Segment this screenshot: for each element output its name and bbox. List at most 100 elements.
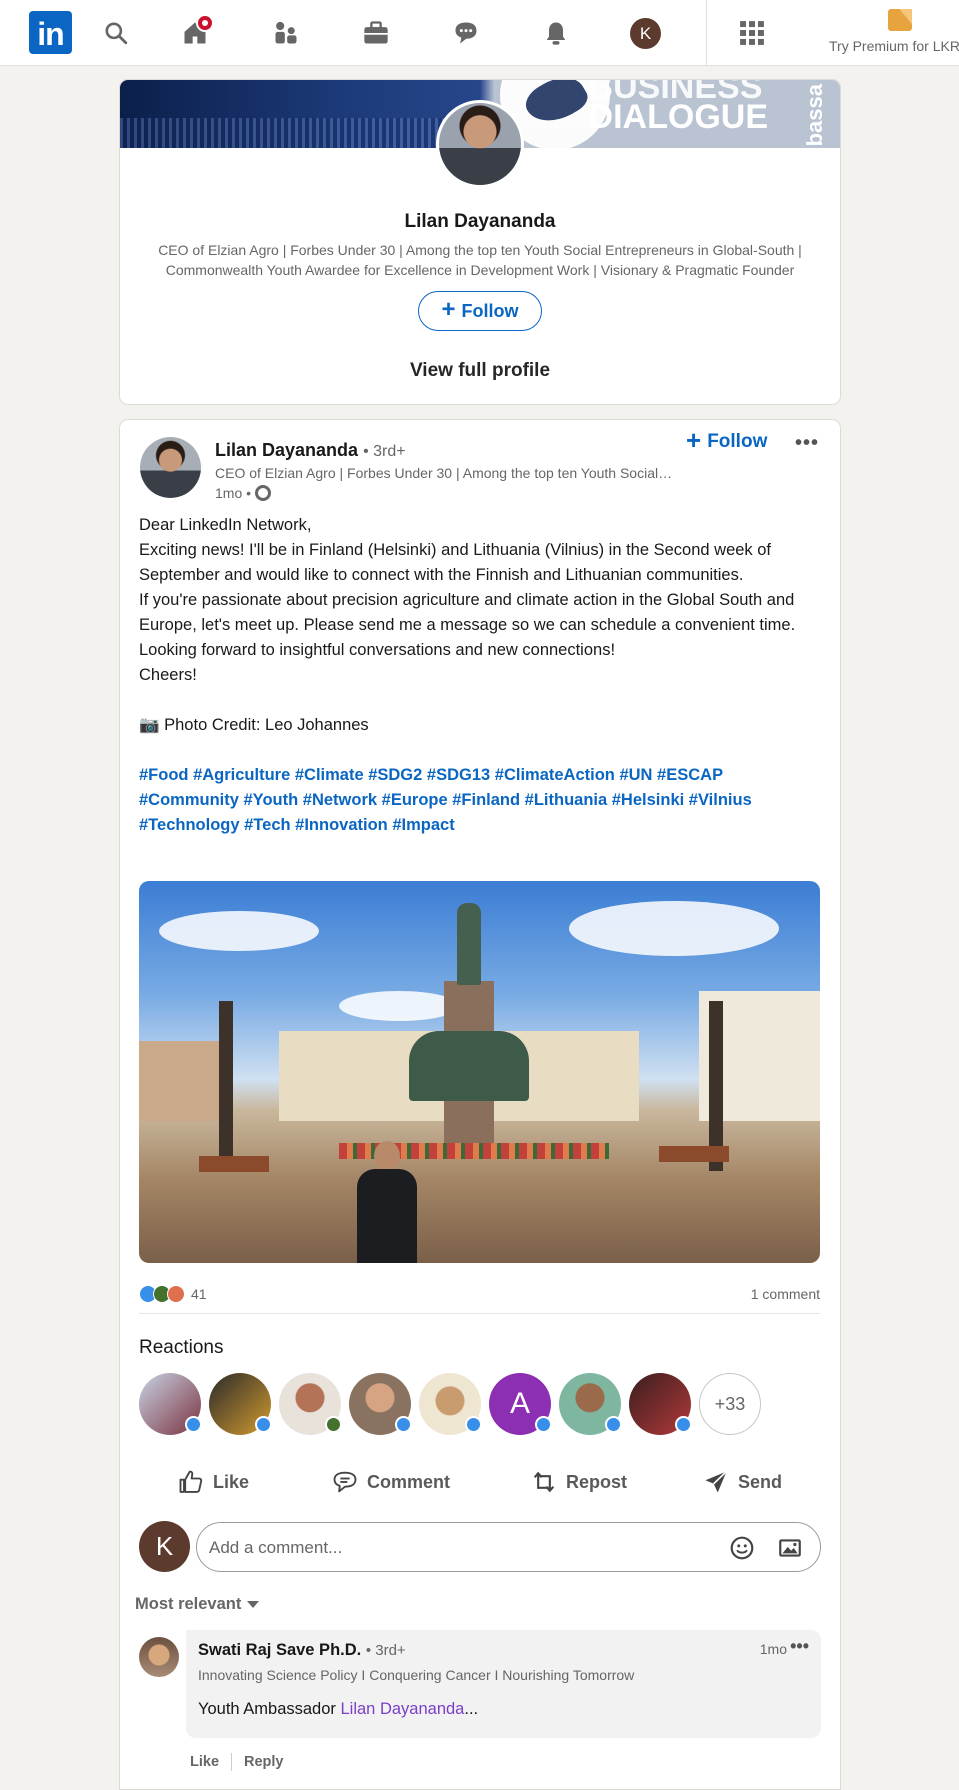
cloud xyxy=(339,991,459,1021)
bench xyxy=(659,1146,729,1162)
reactor-avatar[interactable] xyxy=(279,1373,342,1435)
post-author-name[interactable]: Lilan Dayananda xyxy=(215,440,358,460)
post-author-avatar[interactable] xyxy=(140,437,201,498)
like-icon xyxy=(465,1416,482,1433)
post-line: If you're passionate about precision agr… xyxy=(139,591,796,634)
repost-icon xyxy=(533,1471,555,1493)
comment-author[interactable]: Swati Raj Save Ph.D. • 3rd+ xyxy=(198,1641,406,1660)
send-icon xyxy=(705,1470,728,1493)
post-author-headline: CEO of Elzian Agro | Forbes Under 30 | A… xyxy=(215,465,675,481)
search-icon[interactable] xyxy=(101,18,131,48)
comment-text: Youth Ambassador Lilan Dayananda... xyxy=(198,1700,478,1719)
post-line: Dear LinkedIn Network, xyxy=(139,516,312,534)
reactor-avatar[interactable] xyxy=(139,1373,202,1435)
profile-photo[interactable] xyxy=(436,100,524,188)
post-line xyxy=(139,688,819,713)
commenter-avatar[interactable]: K xyxy=(139,1521,190,1572)
emoji-icon[interactable] xyxy=(729,1535,755,1561)
linkedin-logo[interactable]: in xyxy=(29,11,72,54)
reactor-avatar[interactable] xyxy=(349,1373,412,1435)
post-timestamp: 1mo • xyxy=(215,485,272,501)
top-nav: in K Try Premium for LKR xyxy=(0,0,959,66)
plus-icon: + xyxy=(441,295,456,323)
like-icon xyxy=(255,1416,272,1433)
comment-reply-button[interactable]: Reply xyxy=(244,1754,284,1770)
building-left xyxy=(139,1041,229,1121)
comment-button[interactable]: Comment xyxy=(331,1464,450,1500)
comment-time: 1mo xyxy=(759,1641,787,1657)
comment-mention[interactable]: Lilan Dayananda xyxy=(341,1700,465,1718)
send-label: Send xyxy=(738,1471,783,1492)
statue-group xyxy=(409,1031,529,1101)
comment-author-degree: • 3rd+ xyxy=(365,1642,406,1659)
repost-button[interactable]: Repost xyxy=(530,1464,627,1500)
notification-badge xyxy=(196,14,214,32)
bench xyxy=(199,1156,269,1172)
like-icon xyxy=(535,1416,552,1433)
comment-input[interactable] xyxy=(209,1533,709,1563)
banner-line2: DIALOGUE xyxy=(588,98,768,136)
home-icon[interactable] xyxy=(180,14,214,48)
statue-figure xyxy=(457,903,481,985)
reactor-avatar[interactable] xyxy=(629,1373,692,1435)
comment-author-name[interactable]: Swati Raj Save Ph.D. xyxy=(198,1641,361,1659)
post-time: 1mo • xyxy=(215,485,252,501)
person-head xyxy=(374,1141,400,1171)
love-reaction-icon xyxy=(167,1285,185,1303)
follow-label: Follow xyxy=(707,430,768,452)
sort-dropdown[interactable]: Most relevant xyxy=(135,1595,260,1614)
profile-name[interactable]: Lilan Dayananda xyxy=(120,211,840,233)
comment-text-prefix: Youth Ambassador xyxy=(198,1700,341,1718)
premium-link[interactable]: Try Premium for LKR xyxy=(829,38,959,54)
more-reactors-button[interactable]: +33 xyxy=(699,1373,761,1435)
post-follow-button[interactable]: + Follow xyxy=(686,425,768,455)
reactor-avatar[interactable] xyxy=(419,1373,482,1435)
globe-icon xyxy=(255,485,272,501)
reactor-avatar[interactable] xyxy=(209,1373,272,1435)
comment-like-button[interactable]: Like xyxy=(190,1754,219,1770)
post-more-options-icon[interactable]: ••• xyxy=(795,432,819,455)
reactor-avatar[interactable]: A xyxy=(489,1373,552,1435)
notifications-icon[interactable] xyxy=(541,18,571,48)
messaging-icon[interactable] xyxy=(451,18,481,48)
caret-down-icon xyxy=(247,1601,260,1608)
lamp-post xyxy=(219,1001,233,1171)
plus-icon: + xyxy=(686,425,702,455)
like-button[interactable]: Like xyxy=(177,1464,249,1500)
view-full-profile-link[interactable]: View full profile xyxy=(120,360,840,382)
profile-follow-button[interactable]: + Follow xyxy=(418,291,542,331)
comment-input-box[interactable] xyxy=(196,1522,821,1572)
post-hashtags[interactable]: #Food #Agriculture #Climate #SDG2 #SDG13… xyxy=(139,763,819,838)
divider xyxy=(139,1313,820,1314)
celebrate-icon xyxy=(325,1416,342,1433)
post-author[interactable]: Lilan Dayananda • 3rd+ xyxy=(215,440,406,461)
post-body: Dear LinkedIn Network, Exciting news! I'… xyxy=(139,513,819,838)
me-avatar[interactable]: K xyxy=(630,18,661,49)
banner-line1: BUSINESS xyxy=(588,79,763,106)
comment-more-options-icon[interactable]: ••• xyxy=(790,1636,809,1657)
post-card: Lilan Dayananda • 3rd+ CEO of Elzian Agr… xyxy=(119,419,841,1790)
send-button[interactable]: Send xyxy=(702,1464,782,1500)
comment-author-headline: Innovating Science Policy I Conquering C… xyxy=(198,1667,635,1683)
reaction-icons[interactable] xyxy=(139,1285,185,1303)
comment-text-suffix: ... xyxy=(464,1700,479,1718)
like-icon xyxy=(675,1416,692,1433)
post-photo[interactable] xyxy=(139,881,820,1263)
comment-count[interactable]: 1 comment xyxy=(751,1286,820,1302)
my-network-icon[interactable] xyxy=(271,18,301,48)
image-icon[interactable] xyxy=(777,1535,803,1561)
divider xyxy=(231,1753,233,1771)
like-icon xyxy=(605,1416,622,1433)
jobs-icon[interactable] xyxy=(361,18,391,48)
banner-crowd xyxy=(120,118,480,148)
post-line: Cheers! xyxy=(139,666,197,684)
reactions-heading: Reactions xyxy=(139,1337,224,1358)
cloud xyxy=(569,901,779,956)
comment-author-avatar[interactable] xyxy=(139,1637,179,1677)
reactor-avatar[interactable] xyxy=(559,1373,622,1435)
banner-side-text: bassa xyxy=(802,84,827,147)
apps-grid-icon[interactable] xyxy=(737,18,767,48)
premium-icon[interactable] xyxy=(888,9,912,31)
social-counts: 41 1 comment xyxy=(139,1285,820,1305)
reaction-count[interactable]: 41 xyxy=(191,1286,207,1302)
